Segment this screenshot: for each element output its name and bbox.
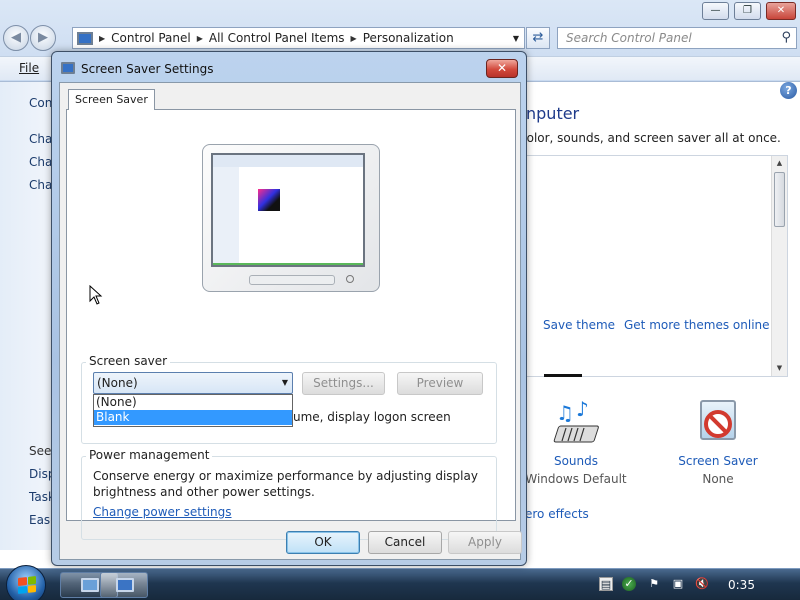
left-pane-link[interactable]: Con <box>29 96 52 110</box>
sounds-icon: ♫ ♪ <box>550 397 602 448</box>
scroll-thumb[interactable] <box>774 172 785 227</box>
svg-text:♪: ♪ <box>576 398 589 421</box>
left-pane-link[interactable]: Cha <box>29 132 52 146</box>
option-none[interactable]: (None) <box>94 395 292 410</box>
display-icon <box>61 62 75 74</box>
close-window-button[interactable]: ✕ <box>766 2 796 20</box>
start-button[interactable] <box>6 565 46 600</box>
left-pane-link[interactable]: Cha <box>29 178 52 192</box>
screen-saver-item[interactable]: Screen Saver None <box>663 398 773 486</box>
network-tray-icon[interactable]: ▣ <box>671 577 685 591</box>
breadcrumb-personalization[interactable]: Personalization <box>363 31 454 45</box>
dialog-body: Screen Saver Screen saver (None) ▼ (None… <box>59 82 522 560</box>
back-button[interactable]: ◀ <box>3 25 29 51</box>
breadcrumb-all-items[interactable]: All Control Panel Items <box>209 31 345 45</box>
preview-monitor <box>202 144 380 292</box>
preview-button[interactable]: Preview <box>397 372 483 395</box>
sounds-item[interactable]: ♫ ♪ Sounds Windows Default <box>521 397 631 486</box>
scroll-up-icon[interactable]: ▲ <box>772 156 787 171</box>
taskbar-clock[interactable]: 0:35 <box>728 578 755 592</box>
document-tray-icon[interactable]: ▤ <box>599 577 613 591</box>
ok-button[interactable]: OK <box>286 531 360 554</box>
sounds-value: Windows Default <box>525 472 627 486</box>
screen-saver-label[interactable]: Screen Saver <box>663 454 773 468</box>
search-placeholder: Search Control Panel <box>566 31 692 45</box>
windows-logo-icon <box>18 576 36 594</box>
screen-saver-dropdown: (None) Blank <box>93 394 293 427</box>
screen-saver-settings-dialog: Screen Saver Settings ✕ Screen Saver Scr… <box>51 51 527 566</box>
screen-saver-value: None <box>702 472 734 486</box>
breadcrumb-separator-icon: ▶ <box>350 33 357 43</box>
settings-button[interactable]: Settings... <box>302 372 385 395</box>
action-center-flag-icon[interactable]: ⚑ <box>647 577 661 591</box>
taskbar: ▤ ✓ ⚑ ▣ 🔇 0:35 <box>0 565 800 600</box>
preview-screen <box>211 153 365 267</box>
display-icon <box>116 578 134 592</box>
minimize-button[interactable]: — <box>702 2 729 20</box>
chevron-down-icon[interactable]: ▼ <box>282 373 288 393</box>
page-subtitle: color, sounds, and screen saver all at o… <box>520 131 781 145</box>
screen-saver-selected-value: (None) <box>97 376 138 390</box>
page-heading: nputer <box>526 104 580 123</box>
save-theme-link[interactable]: Save theme <box>543 318 615 332</box>
help-icon[interactable]: ? <box>780 82 797 99</box>
menu-file[interactable]: File <box>19 61 39 75</box>
monitor-base <box>249 275 335 285</box>
power-description: Conserve energy or maximize performance … <box>93 469 478 499</box>
breadcrumb-separator-icon: ▶ <box>99 33 106 43</box>
search-icon[interactable]: ⚲ <box>781 30 791 45</box>
control-panel-icon <box>77 31 93 45</box>
left-pane: Con Cha Cha Cha See Disp Task Ease <box>0 82 58 550</box>
scroll-down-icon[interactable]: ▼ <box>772 361 787 376</box>
breadcrumb-separator-icon: ▶ <box>196 33 203 43</box>
monitor-power-icon <box>346 275 354 283</box>
themes-scrollbar[interactable]: ▲ ▼ <box>771 156 787 376</box>
tab-panel: Screen saver (None) ▼ (None) Blank Setti… <box>66 109 516 540</box>
logon-screen-label: ume, display logon screen <box>293 410 451 424</box>
apply-button[interactable]: Apply <box>448 531 522 554</box>
themes-list[interactable]: ▲ ▼ Save theme Get more themes online <box>526 155 788 377</box>
screen-saver-group-label: Screen saver <box>86 354 171 368</box>
get-more-themes-link[interactable]: Get more themes online <box>624 318 770 332</box>
left-pane-link[interactable]: Cha <box>29 155 52 169</box>
control-panel-icon <box>81 578 99 592</box>
forward-button[interactable]: ▶ <box>30 25 56 51</box>
dialog-close-button[interactable]: ✕ <box>486 59 518 78</box>
volume-muted-icon[interactable]: 🔇 <box>695 577 709 591</box>
cancel-button[interactable]: Cancel <box>368 531 442 554</box>
sounds-label[interactable]: Sounds <box>521 454 631 468</box>
aero-effects-link[interactable]: ero effects <box>525 507 589 521</box>
taskbar-screensaver-button[interactable] <box>100 572 148 598</box>
theme-strip <box>544 374 582 377</box>
svg-text:♫: ♫ <box>556 401 574 425</box>
screen-saver-select[interactable]: (None) ▼ <box>93 372 293 394</box>
security-tray-icon[interactable]: ✓ <box>622 577 636 591</box>
breadcrumb-control-panel[interactable]: Control Panel <box>111 31 191 45</box>
change-power-settings-link[interactable]: Change power settings <box>93 505 232 519</box>
tab-screen-saver[interactable]: Screen Saver <box>68 89 155 110</box>
screen-saver-icon <box>692 398 744 448</box>
address-dropdown-icon[interactable]: ▼ <box>513 34 519 43</box>
option-blank[interactable]: Blank <box>94 410 292 425</box>
address-bar[interactable]: ▶ Control Panel ▶ All Control Panel Item… <box>72 27 525 49</box>
see-also-heading: See <box>29 444 52 458</box>
dialog-title: Screen Saver Settings <box>81 62 214 76</box>
search-input[interactable]: Search Control Panel ⚲ <box>557 27 797 49</box>
refresh-button[interactable]: ⇄ <box>526 27 550 49</box>
power-management-label: Power management <box>86 448 213 462</box>
maximize-button[interactable]: ❐ <box>734 2 761 20</box>
